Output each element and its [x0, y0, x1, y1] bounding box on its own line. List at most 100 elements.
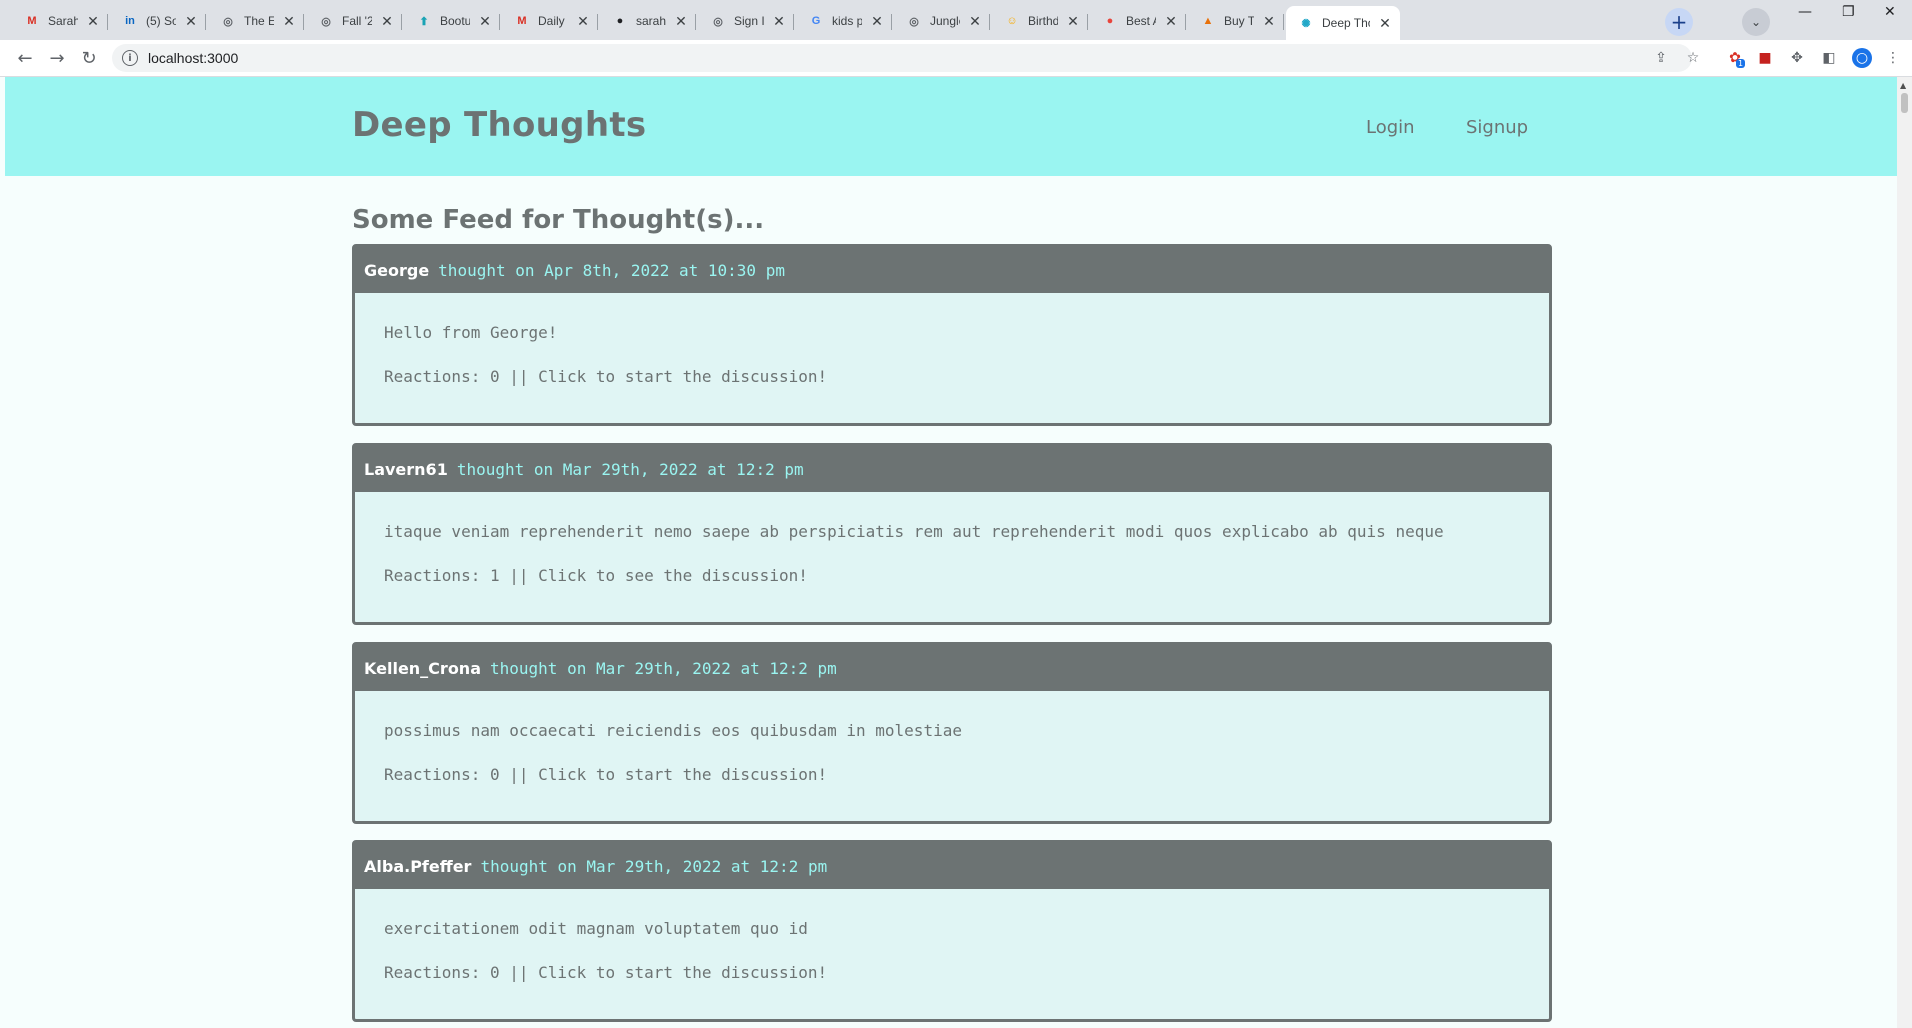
thought-card: Kellen_Crona thought on Mar 29th, 2022 a… — [352, 642, 1552, 824]
browser-tab[interactable]: ▲ Buy Ticket ✕ — [1188, 6, 1284, 36]
thought-reactions[interactable]: Reactions: 0 || Click to start the discu… — [384, 367, 1549, 386]
back-icon[interactable]: ← — [14, 47, 36, 69]
tab-separator — [107, 14, 108, 30]
new-tab-button[interactable]: + — [1665, 8, 1693, 36]
profile-avatar-icon[interactable]: ○ — [1852, 48, 1872, 68]
address-bar[interactable]: i localhost:3000 — [112, 44, 1692, 72]
reload-icon[interactable]: ↻ — [78, 47, 100, 69]
google-icon: G — [811, 15, 821, 27]
thought-username[interactable]: Kellen_Crona — [364, 659, 481, 678]
page-scrollbar[interactable]: ▲ — [1897, 77, 1912, 1028]
page-viewport: Deep Thoughts Login Signup Some Feed for… — [0, 77, 1912, 1028]
address-url[interactable]: localhost:3000 — [148, 50, 238, 66]
browser-tab[interactable]: ● Best Arca ✕ — [1090, 6, 1186, 36]
thought-body[interactable]: itaque veniam reprehenderit nemo saepe a… — [355, 492, 1549, 585]
brand-title[interactable]: Deep Thoughts — [352, 105, 646, 145]
tab-title: Fall '22 Bo — [342, 14, 372, 28]
browser-tab[interactable]: ☺ Birthday P ✕ — [992, 6, 1088, 36]
tab-close-icon[interactable]: ✕ — [1262, 13, 1276, 30]
minimize-icon[interactable]: — — [1798, 4, 1812, 20]
thought-header: Alba.Pfeffer thought on Mar 29th, 2022 a… — [355, 843, 1549, 889]
tab-close-icon[interactable]: ✕ — [968, 13, 982, 30]
gmail-icon: M — [27, 15, 37, 27]
tab-separator — [1185, 14, 1186, 30]
thought-body[interactable]: possimus nam occaecati reiciendis eos qu… — [355, 691, 1549, 784]
tab-close-icon[interactable]: ✕ — [282, 13, 296, 30]
share-icon[interactable]: ⇪ — [1652, 49, 1670, 67]
tab-close-icon[interactable]: ✕ — [1378, 15, 1392, 32]
thought-body[interactable]: Hello from George! Reactions: 0 || Click… — [355, 293, 1549, 386]
tab-separator — [891, 14, 892, 30]
ticket-icon: ▲ — [1202, 15, 1214, 27]
thought-card: Lavern61 thought on Mar 29th, 2022 at 12… — [352, 443, 1552, 625]
extension-badge: 1 — [1736, 59, 1746, 68]
globe-icon: ◎ — [909, 15, 919, 28]
browser-tab[interactable]: in (5) Softwa ✕ — [110, 6, 206, 36]
extension-icon[interactable]: ✿ 1 — [1726, 49, 1746, 68]
tab-close-icon[interactable]: ✕ — [1164, 13, 1178, 30]
thought-username[interactable]: George — [364, 261, 429, 280]
tab-title: Sarah Wyl — [48, 14, 78, 28]
tab-close-icon[interactable]: ✕ — [86, 13, 100, 30]
tab-title: Jungle Isla — [930, 14, 960, 28]
tab-title: Birthday P — [1028, 14, 1058, 28]
extensions-puzzle-icon[interactable]: ✥ — [1788, 49, 1806, 67]
restore-icon[interactable]: ❐ — [1842, 4, 1855, 20]
browser-tab[interactable]: ◎ Jungle Isla ✕ — [894, 6, 990, 36]
tab-separator — [1087, 14, 1088, 30]
tab-separator — [793, 14, 794, 30]
thought-reactions[interactable]: Reactions: 1 || Click to see the discuss… — [384, 566, 1549, 585]
arcade-icon: ● — [1106, 15, 1114, 27]
tab-title: The Elf Sh — [244, 14, 274, 28]
tab-close-icon[interactable]: ✕ — [576, 13, 590, 30]
browser-tab[interactable]: ⬆ Bootup ✕ — [404, 6, 500, 36]
tab-title: kids play — [832, 14, 862, 28]
tab-separator — [597, 14, 598, 30]
thought-text: possimus nam occaecati reiciendis eos qu… — [384, 721, 962, 740]
forward-icon[interactable]: → — [46, 47, 68, 69]
tab-title: sarahwylie — [636, 14, 666, 28]
tab-close-icon[interactable]: ✕ — [772, 13, 786, 30]
thought-header: Lavern61 thought on Mar 29th, 2022 at 12… — [355, 446, 1549, 492]
emoji-icon: ☺ — [1006, 15, 1018, 27]
scroll-up-arrow-icon[interactable]: ▲ — [1900, 81, 1906, 90]
close-window-icon[interactable]: ✕ — [1884, 4, 1896, 20]
site-header: Deep Thoughts Login Signup — [5, 77, 1897, 176]
adblock-extension-icon[interactable]: ■ — [1756, 49, 1774, 67]
tab-title: Deep Tho — [1322, 16, 1370, 30]
thought-reactions[interactable]: Reactions: 0 || Click to start the discu… — [384, 963, 1549, 982]
browser-tab[interactable]: M Sarah Wyl ✕ — [12, 6, 108, 36]
browser-tab-active[interactable]: ✺ Deep Tho ✕ — [1286, 6, 1400, 40]
site-info-icon[interactable]: i — [122, 50, 138, 66]
tab-separator — [695, 14, 696, 30]
tab-close-icon[interactable]: ✕ — [478, 13, 492, 30]
signup-link[interactable]: Signup — [1466, 117, 1528, 138]
bookmark-star-icon[interactable]: ☆ — [1684, 49, 1702, 67]
login-link[interactable]: Login — [1366, 117, 1415, 138]
browser-tab[interactable]: ◎ The Elf Sh ✕ — [208, 6, 304, 36]
tab-close-icon[interactable]: ✕ — [1066, 13, 1080, 30]
scrollbar-thumb[interactable] — [1901, 93, 1908, 113]
side-panel-icon[interactable]: ◧ — [1820, 49, 1838, 67]
thought-reactions[interactable]: Reactions: 0 || Click to start the discu… — [384, 765, 1549, 784]
globe-icon: ◎ — [321, 15, 331, 28]
tab-search-button[interactable]: ⌄ — [1742, 8, 1770, 36]
tab-close-icon[interactable]: ✕ — [184, 13, 198, 30]
tab-close-icon[interactable]: ✕ — [674, 13, 688, 30]
tab-separator — [989, 14, 990, 30]
browser-tab[interactable]: M Daily Skim ✕ — [502, 6, 598, 36]
feed-heading: Some Feed for Thought(s)... — [352, 205, 765, 235]
browser-tab[interactable]: ◎ Fall '22 Bo ✕ — [306, 6, 402, 36]
browser-toolbar: ← → ↻ i localhost:3000 ⇪ ☆ ✿ 1 ■ ✥ ◧ ○ ⋮ — [0, 40, 1912, 77]
thought-username[interactable]: Lavern61 — [364, 460, 448, 479]
tab-close-icon[interactable]: ✕ — [380, 13, 394, 30]
thought-body[interactable]: exercitationem odit magnam voluptatem qu… — [355, 889, 1549, 982]
thought-header: Kellen_Crona thought on Mar 29th, 2022 a… — [355, 645, 1549, 691]
browser-tab[interactable]: ◎ Sign In to ✕ — [698, 6, 794, 36]
menu-kebab-icon[interactable]: ⋮ — [1884, 49, 1902, 67]
tab-title: Sign In to — [734, 14, 764, 28]
tab-close-icon[interactable]: ✕ — [870, 13, 884, 30]
browser-tab[interactable]: ● sarahwylie ✕ — [600, 6, 696, 36]
browser-tab[interactable]: Gkids play ✕ — [796, 6, 892, 36]
thought-username[interactable]: Alba.Pfeffer — [364, 857, 471, 876]
